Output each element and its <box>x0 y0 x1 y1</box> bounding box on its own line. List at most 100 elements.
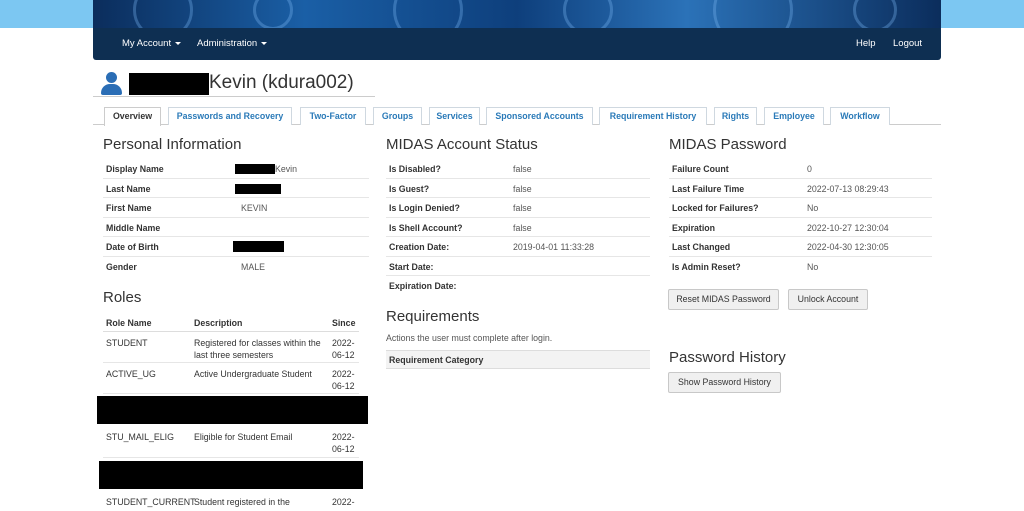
row-label: Failure Count <box>672 164 729 174</box>
tab-sponsored-accounts[interactable]: Sponsored Accounts <box>486 107 593 125</box>
table-row: Gender MALE <box>103 257 369 277</box>
row-label: First Name <box>106 203 152 213</box>
description-line: last three semesters <box>194 350 274 360</box>
requirements-title: Requirements <box>386 308 480 325</box>
table-row: STUDENT_CURRENT Student registered in th… <box>103 491 359 511</box>
row-label: Middle Name <box>106 222 161 233</box>
row-value: 2022-10-27 12:30:04 <box>807 222 889 233</box>
requirements-table-header: Requirement Category <box>386 350 650 369</box>
table-row: Last Failure Time 2022-07-13 08:29:43 <box>669 179 932 198</box>
page-header: Kevin (kdura002) <box>93 70 375 97</box>
role-name: STUDENT_CURRENT <box>106 497 196 507</box>
nav-help[interactable]: Help <box>856 28 876 60</box>
nav-my-account-label: My Account <box>122 38 172 49</box>
table-row: Is Admin Reset? No <box>669 257 932 277</box>
nav-my-account[interactable]: My Account <box>122 28 182 60</box>
table-row: Start Date: <box>386 257 650 276</box>
row-label: Is Admin Reset? <box>672 261 741 272</box>
table-row: Last Name <box>103 179 369 198</box>
nav-logout[interactable]: Logout <box>893 28 922 60</box>
row-label: Locked for Failures? <box>672 203 759 213</box>
tab-passwords-and-recovery[interactable]: Passwords and Recovery <box>168 107 292 125</box>
user-icon <box>100 72 122 96</box>
row-value: No <box>807 261 819 272</box>
role-description: Registered for classes within the last th… <box>194 337 330 361</box>
roles-title: Roles <box>103 289 142 306</box>
row-label: Expiration Date: <box>389 281 457 291</box>
row-value: 2019-04-01 11:33:28 <box>513 242 595 252</box>
role-since: 2022- 06-12 <box>332 368 355 392</box>
midas-password-title: MIDAS Password <box>669 136 787 153</box>
role-description: Active Undergraduate Student <box>194 369 312 379</box>
row-label: Last Name <box>106 183 151 194</box>
page-title: Kevin (kdura002) <box>209 72 354 93</box>
table-row: Middle Name <box>103 218 369 237</box>
row-value: 2022-04-30 12:30:05 <box>807 242 889 252</box>
table-row: Locked for Failures? No <box>669 198 932 218</box>
row-value: 2022-07-13 08:29:43 <box>807 183 889 194</box>
role-description: Student registered in the <box>194 497 290 507</box>
table-row: Expiration 2022-10-27 12:30:04 <box>669 218 932 237</box>
tab-rights[interactable]: Rights <box>714 107 757 125</box>
table-row: Is Disabled? false <box>386 159 650 179</box>
midas-password-table: Failure Count 0 Last Failure Time 2022-07-… <box>669 159 932 276</box>
tab-employee[interactable]: Employee <box>764 107 824 125</box>
row-value: false <box>513 183 532 194</box>
tab-workflow[interactable]: Workflow <box>830 107 890 125</box>
roles-table: Role Name Description Since STUDENT Regi… <box>97 313 368 511</box>
nav-administration[interactable]: Administration <box>197 28 268 60</box>
row-label: Display Name <box>106 164 164 174</box>
column-header-description: Description <box>194 318 243 328</box>
tab-requirement-history[interactable]: Requirement History <box>599 107 707 125</box>
reset-midas-password-button[interactable]: Reset MIDAS Password <box>668 289 779 310</box>
table-row: Is Guest? false <box>386 179 650 198</box>
table-row: First Name KEVIN <box>103 198 369 218</box>
table-row: Last Changed 2022-04-30 12:30:05 <box>669 237 932 257</box>
row-label: Is Guest? <box>389 183 430 194</box>
row-value: 0 <box>807 164 812 174</box>
tab-services[interactable]: Services <box>429 107 480 125</box>
table-row: Creation Date: 2019-04-01 11:33:28 <box>386 237 650 257</box>
row-label: Last Changed <box>672 242 731 252</box>
since-line: 2022- <box>332 338 355 348</box>
row-value: false <box>513 222 532 233</box>
redacted-block <box>97 396 368 424</box>
table-row: STU_MAIL_ELIG Eligible for Student Email… <box>103 426 359 458</box>
requirements-subtitle: Actions the user must complete after log… <box>386 333 553 343</box>
redacted-block <box>233 241 284 252</box>
row-value: Kevin <box>275 164 298 174</box>
role-name: ACTIVE_UG <box>106 369 156 379</box>
since-line: 06-12 <box>332 350 355 360</box>
tab-groups[interactable]: Groups <box>373 107 422 125</box>
since-line: 2022- <box>332 432 355 442</box>
role-name: STUDENT <box>106 338 148 348</box>
table-row: STUDENT Registered for classes within th… <box>103 332 359 363</box>
table-row: Date of Birth <box>103 237 369 257</box>
chevron-down-icon <box>175 41 182 45</box>
since-line: 06-12 <box>332 444 355 454</box>
table-row: Expiration Date: <box>386 276 650 296</box>
tab-two-factor[interactable]: Two-Factor <box>300 107 366 125</box>
header-banner-image <box>93 0 941 28</box>
table-row: Is Login Denied? false <box>386 198 650 218</box>
role-since: 2022- 06-12 <box>332 337 355 361</box>
account-status-table: Is Disabled? false Is Guest? false Is Logi… <box>386 159 650 296</box>
redacted-block <box>235 164 275 174</box>
redacted-block <box>129 73 209 95</box>
row-label: Is Disabled? <box>389 164 441 174</box>
row-label: Is Shell Account? <box>389 222 463 233</box>
password-history-title: Password History <box>669 349 786 366</box>
row-value: MALE <box>241 261 265 272</box>
tab-overview[interactable]: Overview <box>104 107 161 126</box>
redacted-block <box>99 461 363 489</box>
show-password-history-button[interactable]: Show Password History <box>668 372 781 393</box>
row-label: Expiration <box>672 222 716 233</box>
role-description: Eligible for Student Email <box>194 432 293 442</box>
role-name: STU_MAIL_ELIG <box>106 432 174 442</box>
navbar: My Account Administration Help Logout <box>93 28 941 60</box>
row-label: Date of Birth <box>106 242 159 252</box>
account-status-title: MIDAS Account Status <box>386 136 538 153</box>
table-row: Failure Count 0 <box>669 159 932 179</box>
chevron-down-icon <box>261 41 268 45</box>
unlock-account-button[interactable]: Unlock Account <box>788 289 868 310</box>
